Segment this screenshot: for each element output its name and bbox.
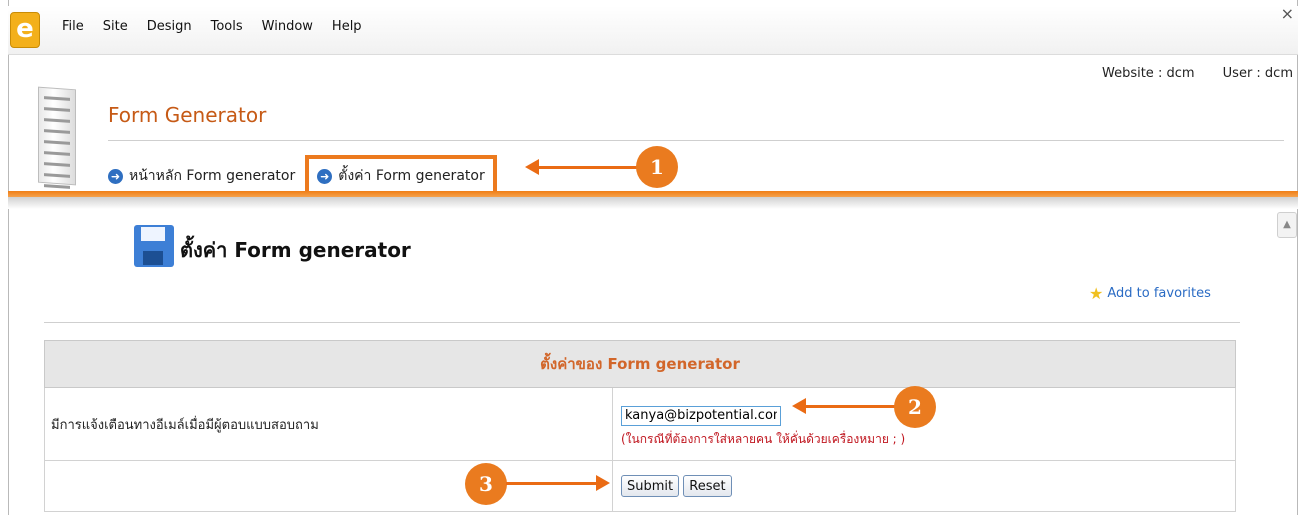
arrow-right-icon: ➜	[317, 168, 333, 184]
scroll-up-arrow-icon[interactable]: ▲	[1277, 212, 1297, 238]
crumb-label: ตั้งค่า Form generator	[338, 168, 485, 184]
crumb-form-home[interactable]: ➜ หน้าหลัก Form generator	[108, 165, 295, 187]
section-heading: ตั้งค่า Form generator	[180, 238, 411, 262]
callout-arrow	[506, 475, 610, 491]
arrow-right-icon: ➜	[108, 168, 123, 184]
menu-design[interactable]: Design	[147, 19, 192, 34]
callout-badge-1: 1	[636, 146, 678, 188]
menu-file[interactable]: File	[62, 19, 84, 34]
user-info: Website : dcm User : dcm	[1078, 66, 1293, 81]
empty-cell	[44, 460, 613, 512]
settings-table: ตั้งค่าของ Form generator มีการแจ้งเตือน…	[44, 340, 1236, 512]
button-cell: Submit Reset	[612, 460, 1236, 512]
user-label: User : dcm	[1222, 66, 1293, 81]
crumb-label: หน้าหลัก Form generator	[129, 168, 296, 184]
callout-badge-3: 3	[465, 463, 507, 505]
callout-arrow	[792, 398, 896, 414]
divider-shadow	[8, 197, 1298, 209]
email-field[interactable]	[621, 405, 781, 426]
menu-tools[interactable]: Tools	[211, 19, 243, 34]
submit-button[interactable]: Submit	[621, 475, 680, 497]
table-row: Submit Reset	[44, 460, 1236, 512]
table-title: ตั้งค่าของ Form generator	[44, 340, 1236, 388]
website-label: Website : dcm	[1101, 66, 1195, 81]
star-plus-icon: ★	[1089, 284, 1104, 303]
menubar: e File Site Design Tools Window Help ×	[8, 4, 1298, 55]
add-to-favorites-label: Add to favorites	[1107, 286, 1211, 301]
page-title: Form Generator	[108, 103, 267, 127]
menu-site[interactable]: Site	[103, 19, 128, 34]
callout-badge-2: 2	[894, 386, 936, 428]
divider	[108, 140, 1284, 141]
close-icon[interactable]: ×	[1281, 4, 1294, 23]
save-disk-icon	[134, 225, 174, 267]
divider	[44, 322, 1240, 323]
reset-button[interactable]: Reset	[683, 475, 732, 497]
menu-help[interactable]: Help	[332, 19, 362, 34]
form-document-icon	[38, 86, 76, 200]
menu-window[interactable]: Window	[262, 19, 313, 34]
email-hint: (ในกรณีที่ต้องการใส่หลายคน ให้คั่นด้วยเค…	[621, 431, 906, 446]
table-row: มีการแจ้งเตือนทางอีเมล์เมื่อมีผู้ตอบแบบส…	[44, 387, 1236, 461]
email-notify-label: มีการแจ้งเตือนทางอีเมล์เมื่อมีผู้ตอบแบบส…	[44, 387, 613, 461]
callout-arrow	[525, 159, 637, 175]
add-to-favorites-link[interactable]: ★ Add to favorites	[1089, 284, 1211, 303]
app-logo-icon: e	[10, 12, 40, 48]
menu: File Site Design Tools Window Help	[62, 19, 381, 34]
